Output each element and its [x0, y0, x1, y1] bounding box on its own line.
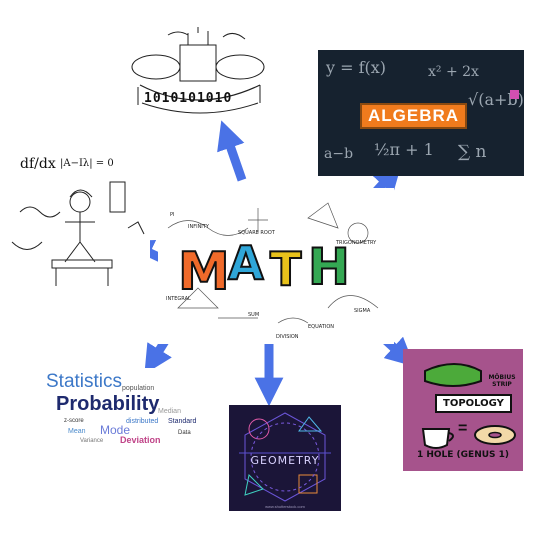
math-letter-t: T — [269, 242, 302, 296]
arrow-to-computer — [217, 120, 247, 182]
computer-sketch-image: 1010101010 — [128, 25, 268, 117]
wordcloud-word: Standard — [168, 418, 197, 425]
math-tag: INTEGRAL — [166, 296, 191, 302]
statistics-wordcloud-image: Statistics Probability population distri… — [38, 368, 198, 450]
calculus-sketch-image: df/dx |A−Iλ| = 0 — [0, 142, 150, 292]
topology-image: MÖBIUS STRIP TOPOLOGY = 1 HOLE (GENUS 1) — [403, 349, 523, 471]
math-tag: PI — [170, 212, 175, 218]
algebra-corner-icon — [510, 90, 519, 99]
binary-strip-text: 1010101010 — [144, 91, 233, 106]
algebra-label: ALGEBRA — [360, 103, 468, 129]
math-tag: DIVISION — [276, 334, 299, 340]
wordcloud-word: Variance — [80, 438, 104, 444]
wordcloud-word: Probability — [56, 393, 160, 415]
geometry-credit: www.shutterstock.com — [265, 504, 305, 509]
math-letter-m: M — [177, 242, 231, 302]
topology-caption: 1 HOLE (GENUS 1) — [416, 450, 510, 460]
math-tag: SQUARE ROOT — [238, 230, 275, 236]
wordcloud-word: z-score — [64, 418, 84, 424]
algebra-scribble: ∑ n — [458, 142, 487, 162]
mobius-strip-shape — [424, 363, 482, 387]
math-letter-h: H — [307, 238, 351, 296]
wordcloud-word: population — [122, 385, 155, 392]
math-tag: INFINITY — [188, 224, 209, 230]
topology-equals-sign: = — [458, 420, 468, 437]
math-tag: SIGMA — [354, 308, 371, 314]
topology-title: TOPOLOGY — [435, 394, 512, 413]
wordcloud-word: distributed — [126, 418, 159, 425]
math-center-image: M A T H TRIGONOMETRY INTEGRAL SQUARE ROO… — [158, 188, 394, 344]
wordcloud-word: Data — [178, 430, 191, 436]
wordcloud-word: Statistics — [46, 371, 123, 392]
math-tag: EQUATION — [308, 324, 334, 330]
algebra-scribble: ½π + 1 — [374, 140, 434, 159]
geometry-title: GEOMETRY — [250, 454, 320, 467]
math-tag: SUM — [248, 312, 260, 318]
algebra-scribble: y = f(x) — [326, 58, 387, 77]
algebra-scribble: a−b — [324, 146, 354, 162]
wordcloud-word: Median — [158, 408, 181, 415]
derivative-formula: df/dx — [20, 156, 56, 172]
mug-shape — [421, 428, 451, 449]
wordcloud-word: Deviation — [120, 435, 161, 445]
algebra-image: y = f(x) x² + 2x √(a+b) ½π + 1 ∑ n a−b A… — [318, 50, 524, 176]
mobius-strip-label: MÖBIUS STRIP — [488, 374, 516, 388]
wordcloud-word: Mean — [68, 428, 86, 435]
geometry-image: GEOMETRY www.shutterstock.com — [229, 405, 341, 511]
math-letter-a: A — [227, 236, 265, 290]
algebra-scribble: x² + 2x — [428, 64, 479, 80]
math-tag: TRIGONOMETRY — [336, 240, 377, 246]
eigenvalue-formula: |A−Iλ| = 0 — [60, 158, 114, 169]
